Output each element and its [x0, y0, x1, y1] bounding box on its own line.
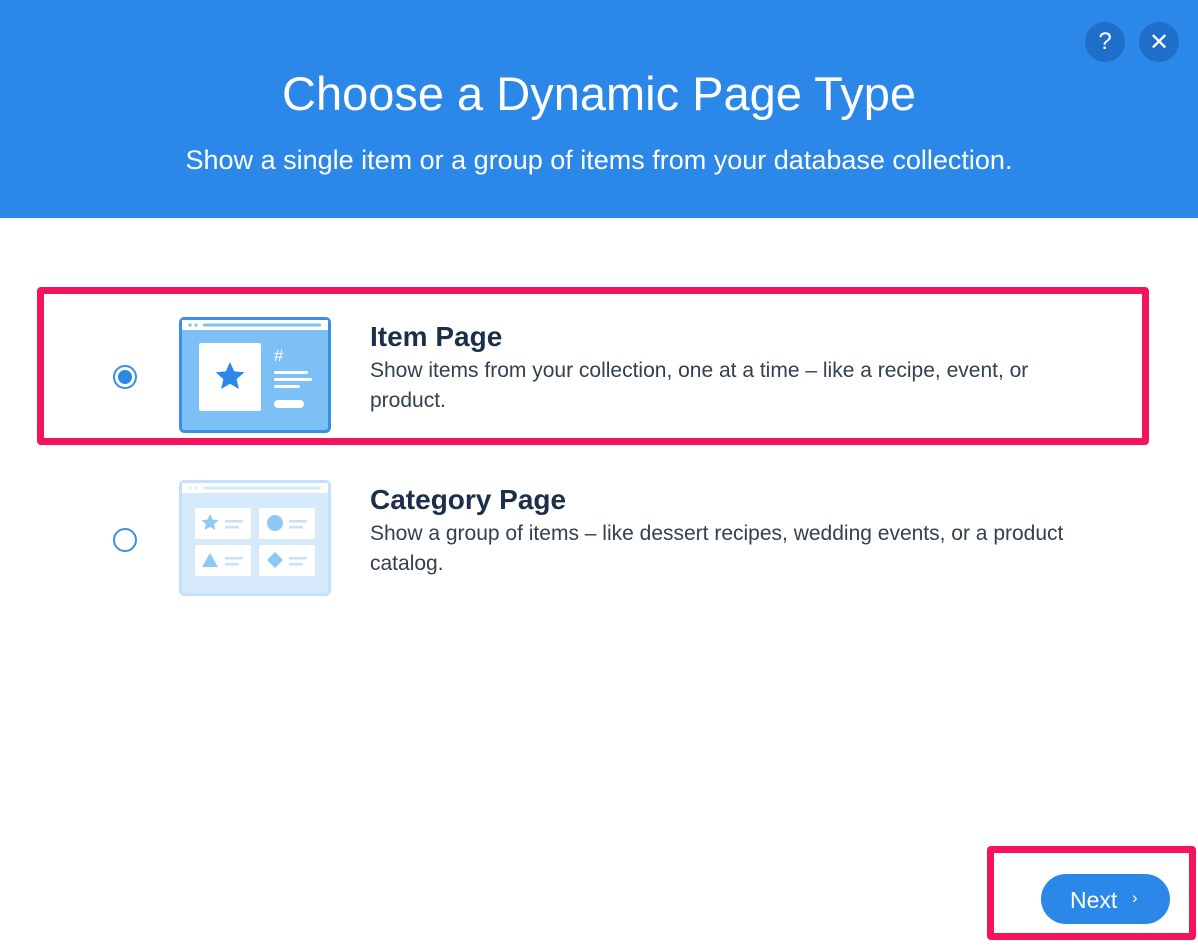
help-icon: ?	[1098, 28, 1112, 55]
help-button[interactable]: ?	[1085, 22, 1125, 62]
category-page-title: Category Page	[370, 484, 567, 515]
dialog-title: Choose a Dynamic Page Type	[282, 67, 916, 120]
next-button[interactable]: Next ›	[1041, 874, 1170, 924]
item-page-radio[interactable]	[113, 365, 137, 389]
category-page-radio[interactable]	[113, 528, 137, 552]
item-page-title: Item Page	[370, 321, 503, 352]
close-icon: ✕	[1148, 28, 1170, 56]
option-category-page[interactable]: Category Page Show a group of items – li…	[43, 456, 1143, 596]
chevron-right-icon: ›	[1132, 888, 1138, 907]
item-page-thumbnail-icon: #	[179, 317, 331, 433]
svg-text:#: #	[274, 346, 284, 365]
item-page-description: Show items from your collection, one at …	[370, 359, 1029, 412]
option-item-page[interactable]: # Item Page Show items from your collect…	[43, 293, 1143, 433]
dialog-header: Choose a Dynamic Page Type Show a single…	[0, 0, 1198, 218]
category-page-thumbnail-icon	[179, 480, 331, 596]
category-page-description: Show a group of items – like dessert rec…	[370, 522, 1064, 575]
next-button-label: Next	[1070, 887, 1118, 913]
close-button[interactable]: ✕	[1139, 22, 1179, 62]
dialog-subtitle: Show a single item or a group of items f…	[185, 145, 1013, 175]
